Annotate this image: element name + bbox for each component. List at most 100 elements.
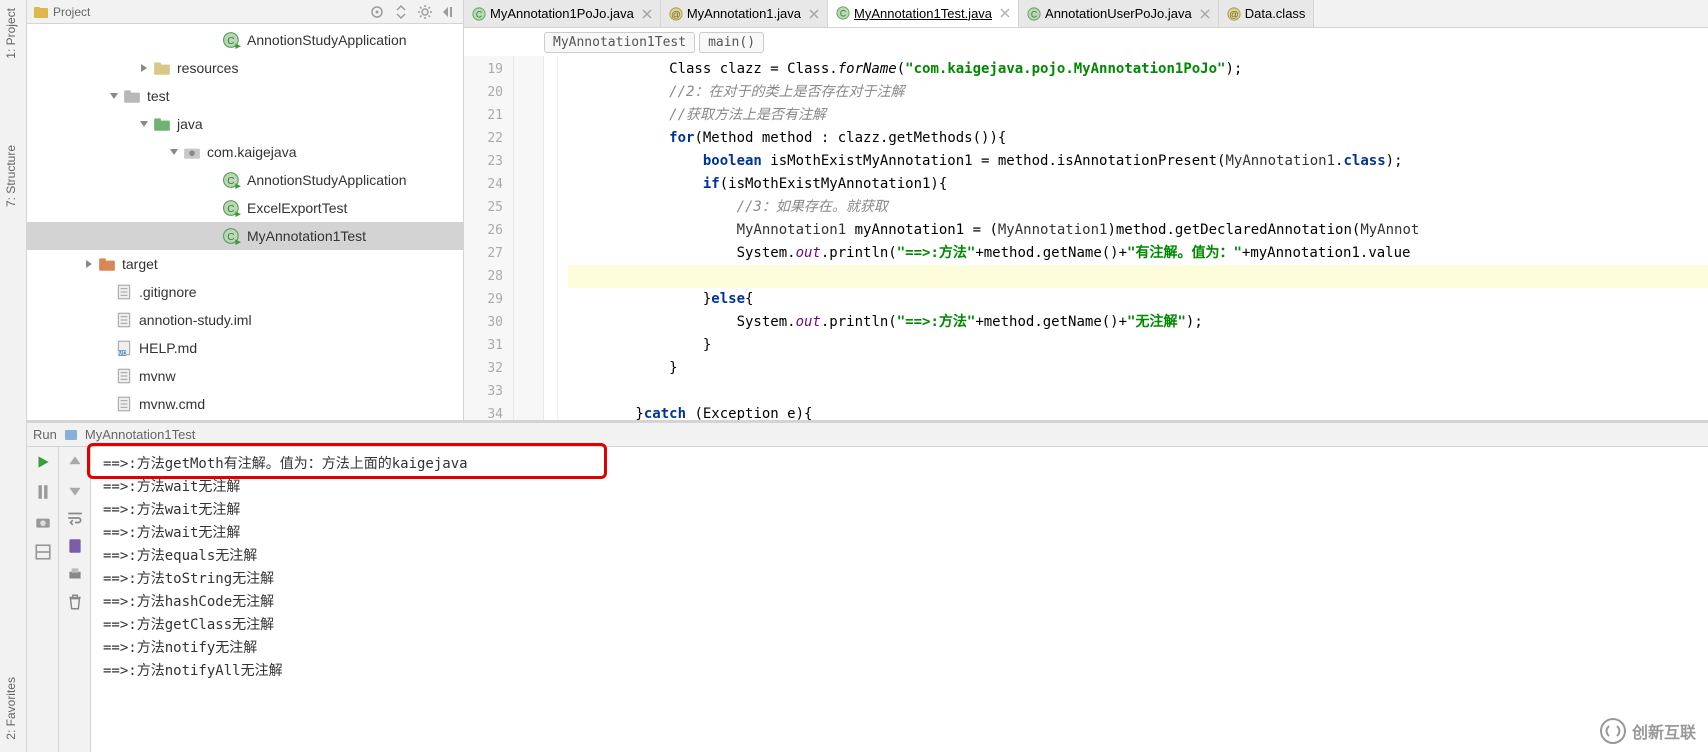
watermark: 创新互联: [1600, 718, 1696, 744]
code-line-25[interactable]: //3：如果存在。就获取: [568, 196, 1708, 219]
camera-icon[interactable]: [34, 513, 52, 531]
editor-area: CMyAnnotation1PoJo.java@MyAnnotation1.ja…: [464, 0, 1708, 420]
tree-item-com-kaigejava[interactable]: com.kaigejava: [27, 138, 463, 166]
project-toolbar: [369, 4, 457, 20]
target-icon[interactable]: [369, 4, 385, 20]
console-line: ==>:方法equals无注解: [103, 545, 1696, 568]
code-line-31[interactable]: }: [568, 334, 1708, 357]
file-icon: [115, 283, 133, 301]
tab-favorites[interactable]: 2: Favorites: [0, 669, 22, 748]
code-line-33[interactable]: [568, 380, 1708, 403]
folder-icon: [123, 87, 141, 105]
file-icon: [115, 311, 133, 329]
editor-tabs: CMyAnnotation1PoJo.java@MyAnnotation1.ja…: [464, 0, 1708, 28]
run-label: Run: [33, 427, 57, 442]
tree-item-test[interactable]: test: [27, 82, 463, 110]
console-output[interactable]: ==>:方法getMoth有注解。值为：方法上面的kaigejava==>:方法…: [91, 447, 1708, 752]
tree-arrow-icon[interactable]: [107, 89, 121, 103]
tree-label: MyAnnotation1Test: [247, 228, 366, 244]
code-line-32[interactable]: }: [568, 357, 1708, 380]
project-tree[interactable]: CAnnotionStudyApplicationresourcestestja…: [27, 24, 463, 420]
tree-arrow-icon: [99, 313, 113, 327]
code-line-19[interactable]: Class clazz = Class.forName("com.kaigeja…: [568, 58, 1708, 81]
tree-arrow-icon: [99, 341, 113, 355]
line-gutter: 19202122232425262728293031323334: [464, 56, 514, 420]
layout-icon[interactable]: [34, 543, 52, 561]
anno-icon: @: [669, 7, 683, 21]
file-icon: [115, 395, 133, 413]
code-line-28[interactable]: [568, 265, 1708, 288]
project-title: Project: [53, 5, 369, 19]
tree-item-java[interactable]: java: [27, 110, 463, 138]
code-line-34[interactable]: }catch (Exception e){: [568, 403, 1708, 420]
gear-icon[interactable]: [417, 4, 433, 20]
tree-item-annotionstudyapplication[interactable]: CAnnotionStudyApplication: [27, 166, 463, 194]
breadcrumb-class[interactable]: MyAnnotation1Test: [544, 32, 695, 53]
run-panel: Run MyAnnotation1Test ==>:方法getMoth有注解。值…: [27, 420, 1708, 752]
tree-item-annotion-study-iml[interactable]: annotion-study.iml: [27, 306, 463, 334]
folder-exc-icon: [98, 255, 116, 273]
code-editor[interactable]: 19202122232425262728293031323334 Class c…: [464, 56, 1708, 420]
close-icon[interactable]: [809, 9, 819, 19]
tab-structure[interactable]: 7: Structure: [0, 137, 22, 215]
svg-text:C: C: [840, 9, 846, 19]
code-line-21[interactable]: //获取方法上是否有注解: [568, 104, 1708, 127]
editor-tab-data-class[interactable]: @Data.class: [1219, 0, 1315, 27]
code-line-20[interactable]: //2：在对于的类上是否存在对于注解: [568, 81, 1708, 104]
code-body[interactable]: Class clazz = Class.forName("com.kaigeja…: [558, 56, 1708, 420]
svg-text:C: C: [227, 232, 234, 243]
editor-tab-myannotation1pojo-java[interactable]: CMyAnnotation1PoJo.java: [464, 0, 661, 27]
editor-tab-myannotation1test-java[interactable]: CMyAnnotation1Test.java: [828, 0, 1019, 28]
tree-arrow-icon: [207, 33, 221, 47]
code-line-29[interactable]: }else{: [568, 288, 1708, 311]
fold-gutter: [544, 56, 558, 420]
tree-arrow-icon: [99, 369, 113, 383]
tree-label: java: [177, 116, 203, 132]
rerun-icon[interactable]: [34, 453, 52, 471]
tree-item-annotionstudyapplication[interactable]: CAnnotionStudyApplication: [27, 26, 463, 54]
wrap-icon[interactable]: [66, 509, 84, 527]
up-icon[interactable]: [66, 453, 84, 471]
code-line-24[interactable]: if(isMothExistMyAnnotation1){: [568, 173, 1708, 196]
tree-item-resources[interactable]: resources: [27, 54, 463, 82]
tree-item--gitignore[interactable]: .gitignore: [27, 278, 463, 306]
tab-label: AnnotationUserPoJo.java: [1045, 6, 1192, 21]
tree-arrow-icon[interactable]: [137, 61, 151, 75]
code-line-26[interactable]: MyAnnotation1 myAnnotation1 = (MyAnnotat…: [568, 219, 1708, 242]
close-icon[interactable]: [642, 9, 652, 19]
tree-arrow-icon: [207, 229, 221, 243]
scroll-icon[interactable]: [66, 537, 84, 555]
code-line-30[interactable]: System.out.println("==>:方法"+method.getNa…: [568, 311, 1708, 334]
tab-project[interactable]: 1: Project: [0, 0, 22, 67]
code-line-23[interactable]: boolean isMothExistMyAnnotation1 = metho…: [568, 150, 1708, 173]
hide-icon[interactable]: [441, 4, 457, 20]
breadcrumb-method[interactable]: main(): [699, 32, 764, 53]
tree-item-mvnw-cmd[interactable]: mvnw.cmd: [27, 390, 463, 418]
down-icon[interactable]: [66, 481, 84, 499]
tree-label: .gitignore: [139, 284, 197, 300]
tree-item-myannotation1test[interactable]: C MyAnnotation1Test: [27, 222, 463, 250]
editor-tab-myannotation1-java[interactable]: @MyAnnotation1.java: [661, 0, 828, 27]
run-config-name[interactable]: MyAnnotation1Test: [85, 427, 196, 442]
tree-item-target[interactable]: target: [27, 250, 463, 278]
code-line-27[interactable]: System.out.println("==>:方法"+method.getNa…: [568, 242, 1708, 265]
tree-item-help-md[interactable]: MDHELP.md: [27, 334, 463, 362]
code-line-22[interactable]: for(Method method : clazz.getMethods()){: [568, 127, 1708, 150]
svg-text:@: @: [671, 9, 681, 20]
close-icon[interactable]: [1200, 9, 1210, 19]
collapse-icon[interactable]: [393, 4, 409, 20]
tree-arrow-icon: [207, 173, 221, 187]
print-icon[interactable]: [66, 565, 84, 583]
tree-arrow-icon[interactable]: [82, 257, 96, 271]
tree-item-mvnw[interactable]: mvnw: [27, 362, 463, 390]
stop-icon[interactable]: [34, 483, 52, 501]
tree-item-excelexporttest[interactable]: CExcelExportTest: [27, 194, 463, 222]
tree-arrow-icon[interactable]: [137, 117, 151, 131]
tree-arrow-icon[interactable]: [167, 145, 181, 159]
editor-tab-annotationuserpojo-java[interactable]: CAnnotationUserPoJo.java: [1019, 0, 1219, 27]
svg-text:C: C: [227, 176, 234, 187]
tab-label: Data.class: [1245, 6, 1306, 21]
trash-icon[interactable]: [66, 593, 84, 611]
tree-label: AnnotionStudyApplication: [247, 32, 407, 48]
close-icon[interactable]: [1000, 8, 1010, 18]
